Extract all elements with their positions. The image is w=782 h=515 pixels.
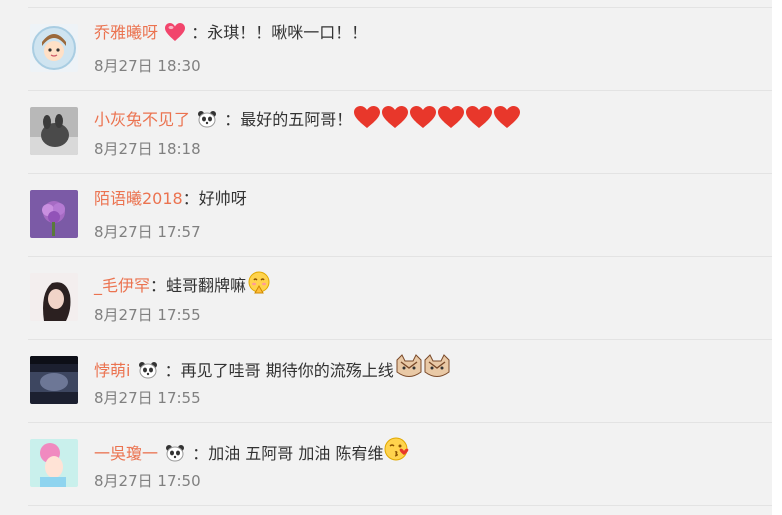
panda-icon bbox=[138, 362, 157, 379]
separator: ： bbox=[150, 276, 167, 295]
heart-icon bbox=[410, 106, 437, 128]
pray-face-emoji bbox=[248, 271, 270, 294]
separator: ： bbox=[224, 110, 241, 129]
separator: ： bbox=[192, 444, 209, 463]
heart-emoji-group bbox=[354, 106, 521, 128]
panda-icon bbox=[198, 111, 217, 128]
timestamp: 8月27日 18:18 bbox=[94, 140, 201, 158]
username-link[interactable]: 陌语曦2018 bbox=[94, 189, 183, 208]
comment-text: 蛙哥翻牌嘛 bbox=[166, 276, 247, 295]
comment-line: 悖萌i ：再见了哇哥 期待你的流殇上线 bbox=[94, 354, 451, 382]
comment-line: 陌语曦2018：好帅呀 bbox=[94, 188, 247, 210]
avatar[interactable] bbox=[30, 24, 78, 72]
username-link[interactable]: 乔雅曦呀 bbox=[94, 23, 158, 42]
separator: ： bbox=[182, 189, 199, 208]
heart-icon bbox=[438, 106, 465, 128]
cat-face-icon bbox=[424, 354, 450, 377]
heart-icon bbox=[165, 23, 186, 41]
cat-face-icon bbox=[396, 354, 422, 377]
kiss-face-emoji bbox=[384, 437, 409, 461]
comment-line: 小灰兔不见了 ：最好的五阿哥！ bbox=[94, 105, 521, 131]
scrollbar-track[interactable] bbox=[772, 0, 782, 515]
timestamp: 8月27日 17:55 bbox=[94, 306, 201, 324]
comment-text: 最好的五阿哥！ bbox=[240, 110, 353, 129]
comment-list: 乔雅曦呀 ：永琪！！啾咪一口！！ 8月27日 18:30 小灰兔不见了 ：最好的… bbox=[0, 0, 772, 515]
comment-item: 悖萌i ：再见了哇哥 期待你的流殇上线 8月27日 17:55 bbox=[28, 340, 772, 423]
comment-line: 一吳瓊一 ：加油 五阿哥 加油 陈宥维 bbox=[94, 437, 410, 465]
comment-text: 永琪！！啾咪一口！！ bbox=[207, 23, 368, 42]
timestamp: 8月27日 17:55 bbox=[94, 389, 201, 407]
timestamp: 8月27日 17:57 bbox=[94, 223, 201, 241]
comment-text: 好帅呀 bbox=[198, 189, 247, 208]
avatar[interactable] bbox=[30, 190, 78, 238]
avatar[interactable] bbox=[30, 107, 78, 155]
heart-icon bbox=[494, 106, 521, 128]
separator: ： bbox=[164, 361, 181, 380]
comment-line: 乔雅曦呀 ：永琪！！啾咪一口！！ bbox=[94, 22, 367, 44]
comment-item: 陌语曦2018：好帅呀 8月27日 17:57 bbox=[28, 174, 772, 257]
avatar[interactable] bbox=[30, 439, 78, 487]
username-link[interactable]: _毛伊罕 bbox=[94, 276, 150, 295]
avatar[interactable] bbox=[30, 356, 78, 404]
comment-item: 一吳瓊一 ：加油 五阿哥 加油 陈宥维 8月27日 17:50 bbox=[28, 423, 772, 506]
heart-icon bbox=[382, 106, 409, 128]
comment-item: 小灰兔不见了 ：最好的五阿哥！ 8月27日 18:18 bbox=[28, 91, 772, 174]
comment-text: 再见了哇哥 期待你的流殇上线 bbox=[180, 361, 394, 380]
separator: ： bbox=[191, 23, 208, 42]
timestamp: 8月27日 18:30 bbox=[94, 57, 201, 75]
username-link[interactable]: 悖萌i bbox=[94, 361, 130, 380]
comment-text: 加油 五阿哥 加油 陈宥维 bbox=[208, 444, 384, 463]
username-link[interactable]: 小灰兔不见了 bbox=[94, 110, 190, 129]
comment-item: _毛伊罕：蛙哥翻牌嘛 8月27日 17:55 bbox=[28, 257, 772, 340]
heart-icon bbox=[466, 106, 493, 128]
username-link[interactable]: 一吳瓊一 bbox=[94, 444, 158, 463]
timestamp: 8月27日 17:50 bbox=[94, 472, 201, 490]
cat-face-emoji-group bbox=[396, 354, 450, 377]
heart-icon bbox=[354, 106, 381, 128]
panda-icon bbox=[166, 445, 185, 462]
comment-line: _毛伊罕：蛙哥翻牌嘛 bbox=[94, 271, 271, 297]
comment-item: 乔雅曦呀 ：永琪！！啾咪一口！！ 8月27日 18:30 bbox=[28, 7, 772, 91]
avatar[interactable] bbox=[30, 273, 78, 321]
